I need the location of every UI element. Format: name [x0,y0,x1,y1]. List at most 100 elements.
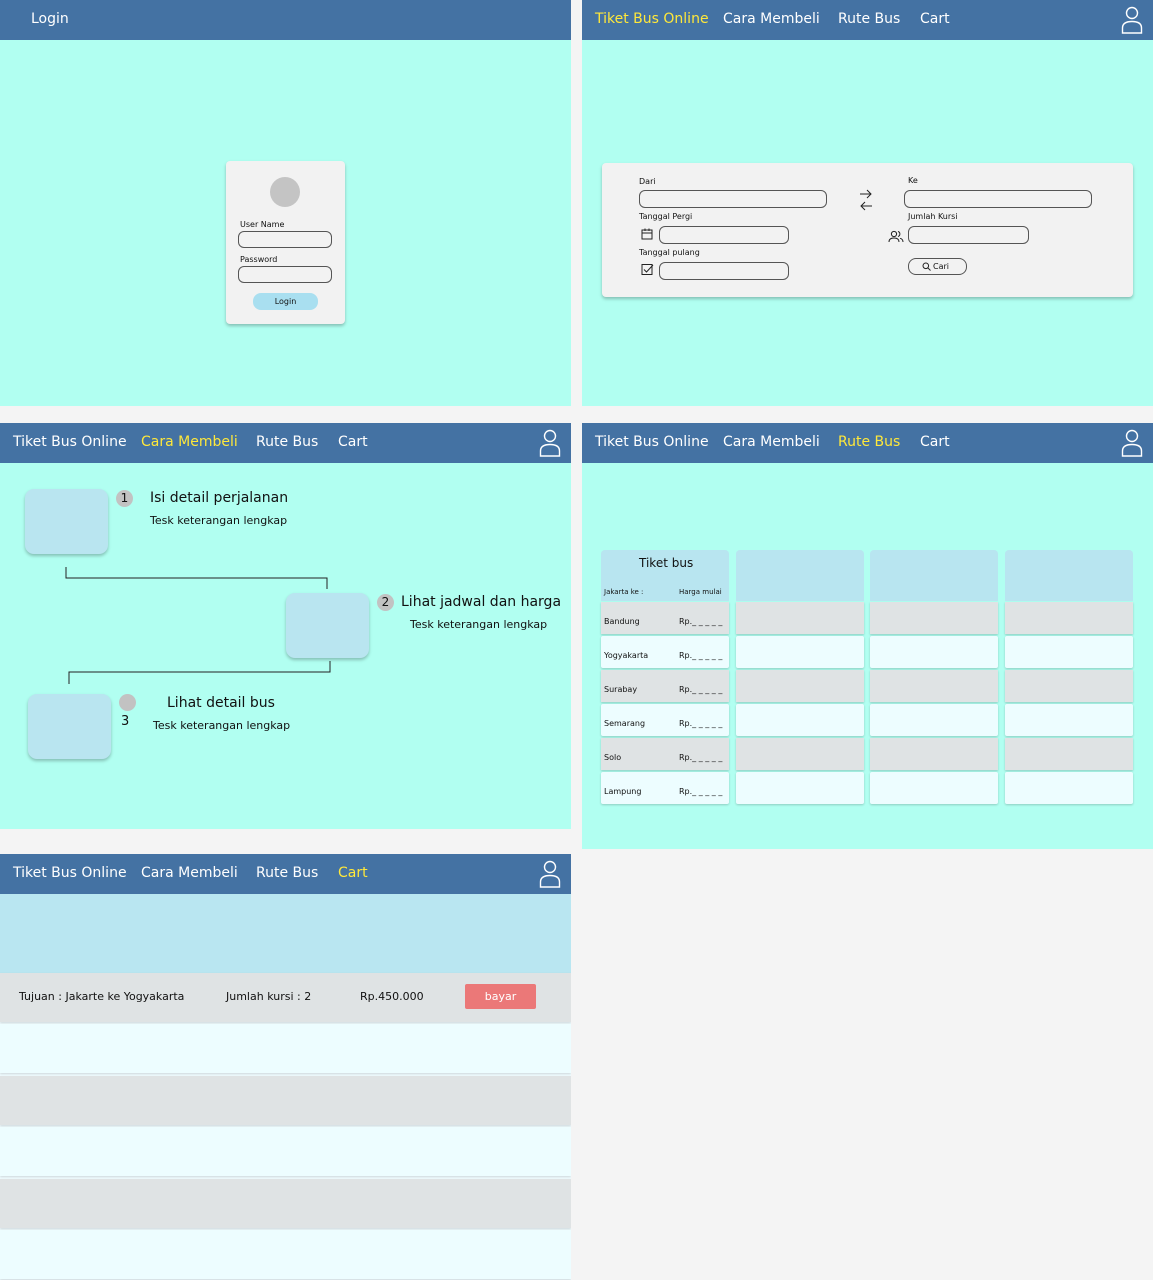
route-row: Lampung Rp._ _ _ _ _ [601,772,729,804]
nav-cart[interactable]: Cart [338,865,368,881]
route-destination: Bandung [604,617,640,626]
route-cell [736,738,864,770]
nav-rute-bus[interactable]: Rute Bus [256,865,318,881]
search-button-label: Cari [933,262,949,271]
route-table-title: Tiket bus [639,556,694,570]
search-screen: Tiket Bus Online Cara Membeli Rute Bus C… [582,0,1153,406]
from-field[interactable] [639,190,827,208]
route-price: Rp._ _ _ _ _ [679,617,723,626]
step-1-image [25,489,108,554]
route-cell [870,636,998,668]
route-cell [1005,772,1133,804]
route-price: Rp._ _ _ _ _ [679,685,723,694]
top-nav: Tiket Bus Online Cara Membeli Rute Bus C… [582,423,1153,463]
avatar [270,177,300,207]
route-cell [736,670,864,702]
nav-cara-membeli[interactable]: Cara Membeli [723,11,820,27]
checkbox-calendar-icon [641,264,654,275]
nav-brand[interactable]: Tiket Bus Online [595,11,709,27]
route-row: Bandung Rp._ _ _ _ _ [601,602,729,634]
route-cell [1005,670,1133,702]
nav-brand[interactable]: Tiket Bus Online [13,434,127,450]
cart-empty-row [0,1179,571,1228]
login-card: User Name Password Login [226,161,345,324]
nav-rute-bus[interactable]: Rute Bus [838,434,900,450]
password-field[interactable] [238,266,332,283]
step-2-desc: Tesk keterangan lengkap [410,618,548,631]
cart-empty-row [0,1024,571,1073]
step-3-desc: Tesk keterangan lengkap [153,719,291,732]
route-cell [1005,738,1133,770]
col-from-label: Jakarta ke : [604,588,644,596]
step-3-title: Lihat detail bus [167,695,275,711]
return-date-field[interactable] [659,262,789,280]
nav-rute-bus[interactable]: Rute Bus [838,11,900,27]
nav-brand[interactable]: Tiket Bus Online [595,434,709,450]
route-cell [1005,704,1133,736]
seats-field[interactable] [908,226,1029,244]
route-destination: Surabay [604,685,638,694]
route-cell [736,636,864,668]
route-screen: Tiket Bus Online Cara Membeli Rute Bus C… [582,423,1153,849]
username-field[interactable] [238,231,332,248]
user-icon[interactable] [1121,6,1143,34]
column-3-header [870,550,998,601]
nav-cara-membeli[interactable]: Cara Membeli [723,434,820,450]
route-row: Semarang Rp._ _ _ _ _ [601,704,729,736]
login-title: Login [31,11,69,27]
login-header: Login [0,0,571,40]
cart-banner [0,894,571,973]
swap-icon[interactable] [859,188,873,212]
step-3-marker [119,694,136,711]
to-field[interactable] [904,190,1092,208]
cart-seats: Jumlah kursi : 2 [226,990,312,1003]
route-destination: Lampung [604,787,642,796]
from-label: Dari [639,177,656,186]
pay-button[interactable]: bayar [465,984,536,1009]
route-cell [736,772,864,804]
column-4-header [1005,550,1133,601]
step-1-desc: Tesk keterangan lengkap [150,514,288,527]
nav-rute-bus[interactable]: Rute Bus [256,434,318,450]
cart-empty-row [0,1127,571,1176]
login-screen: Login User Name Password Login [0,0,571,406]
route-cell [736,602,864,634]
login-button[interactable]: Login [253,293,318,310]
step-3-image [28,694,111,759]
user-icon[interactable] [539,860,561,888]
user-icon[interactable] [539,429,561,457]
step-2-image [286,593,369,658]
nav-cart[interactable]: Cart [920,11,950,27]
step-3-number: 3 [121,714,130,729]
route-price: Rp._ _ _ _ _ [679,651,723,660]
nav-cart[interactable]: Cart [338,434,368,450]
route-cell [736,704,864,736]
top-nav: Tiket Bus Online Cara Membeli Rute Bus C… [0,854,571,894]
search-button[interactable]: Cari [908,258,967,275]
route-price: Rp._ _ _ _ _ [679,787,723,796]
route-destination: Solo [604,753,622,762]
nav-cara-membeli[interactable]: Cara Membeli [141,434,238,450]
cart-destination: Tujuan : Jakarte ke Yogyakarta [19,990,185,1003]
cart-empty-row [0,1076,571,1125]
calendar-icon [641,228,653,240]
connector-1 [65,567,328,589]
step-1-title: Isi detail perjalanan [150,490,289,506]
route-price: Rp._ _ _ _ _ [679,719,723,728]
cart-item-row: Tujuan : Jakarte ke Yogyakarta Jumlah ku… [0,973,571,1022]
depart-date-field[interactable] [659,226,789,244]
route-cell [870,670,998,702]
username-label: User Name [240,220,285,229]
nav-cara-membeli[interactable]: Cara Membeli [141,865,238,881]
cart-empty-row [0,1230,571,1279]
cart-screen: Tiket Bus Online Cara Membeli Rute Bus C… [0,854,571,1280]
search-form-card: Dari Ke Tanggal Pergi Jumlah Kursi Tangg… [602,163,1133,297]
route-cell [1005,602,1133,634]
seats-label: Jumlah Kursi [908,212,958,221]
route-row: Solo Rp._ _ _ _ _ [601,738,729,770]
nav-brand[interactable]: Tiket Bus Online [13,865,127,881]
top-nav: Tiket Bus Online Cara Membeli Rute Bus C… [582,0,1153,40]
user-icon[interactable] [1121,429,1143,457]
nav-cart[interactable]: Cart [920,434,950,450]
connector-2 [68,661,331,684]
